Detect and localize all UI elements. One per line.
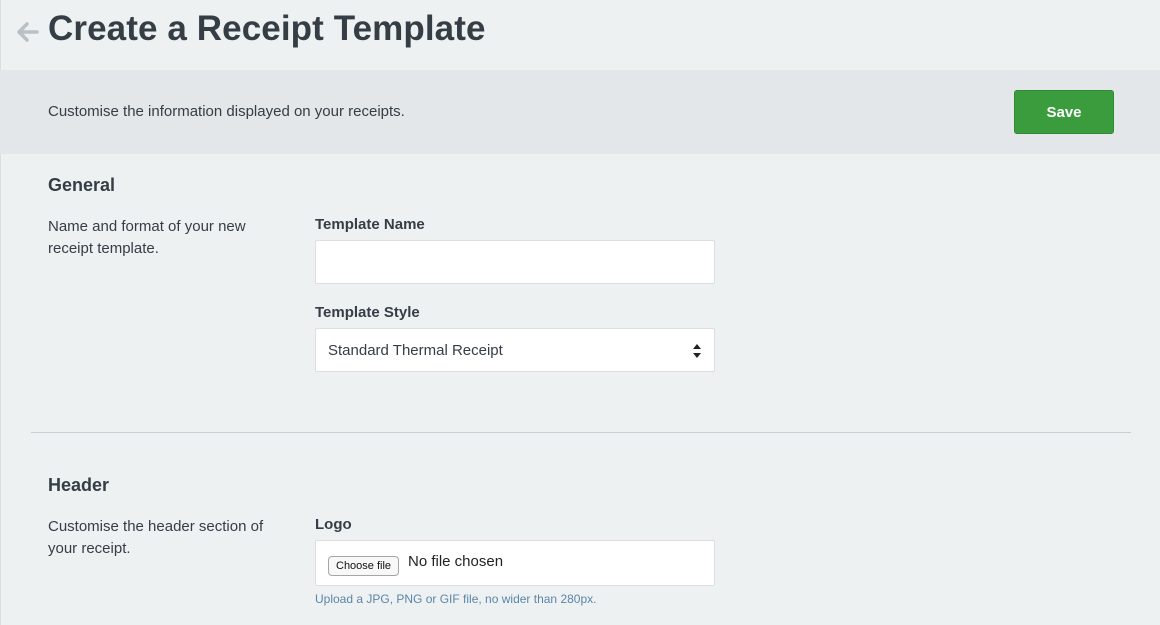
template-style-label: Template Style [315, 304, 420, 321]
section-description-general: Name and format of your new receipt temp… [48, 218, 246, 257]
banner-text: Customise the information displayed on y… [48, 103, 405, 120]
template-style-select[interactable]: Standard Thermal Receipt [315, 328, 715, 372]
page-title: Create a Receipt Template [48, 9, 486, 48]
arrow-left-icon[interactable] [14, 17, 40, 47]
file-status-text: No file chosen [408, 553, 504, 570]
receipt-template-page: Create a Receipt Template Customise the … [0, 0, 1160, 625]
template-style-selected-value: Standard Thermal Receipt [328, 342, 503, 359]
choose-file-button[interactable]: Choose file [328, 556, 400, 576]
logo-file-input[interactable]: Choose file No file chosen [315, 540, 715, 586]
section-divider [31, 432, 1131, 433]
template-name-input[interactable] [315, 240, 715, 284]
section-title-header: Header [48, 475, 110, 495]
info-banner: Customise the information displayed on y… [0, 70, 1160, 154]
select-updown-icon [692, 341, 702, 361]
section-description-header: Customise the header section of your rec… [48, 518, 264, 557]
template-name-label: Template Name [315, 216, 425, 233]
logo-help-text: Upload a JPG, PNG or GIF file, no wider … [315, 592, 597, 606]
logo-label: Logo [315, 516, 352, 533]
save-button[interactable]: Save [1014, 90, 1114, 134]
top-bar: Create a Receipt Template [0, 0, 1160, 70]
section-title-general: General [48, 175, 116, 195]
